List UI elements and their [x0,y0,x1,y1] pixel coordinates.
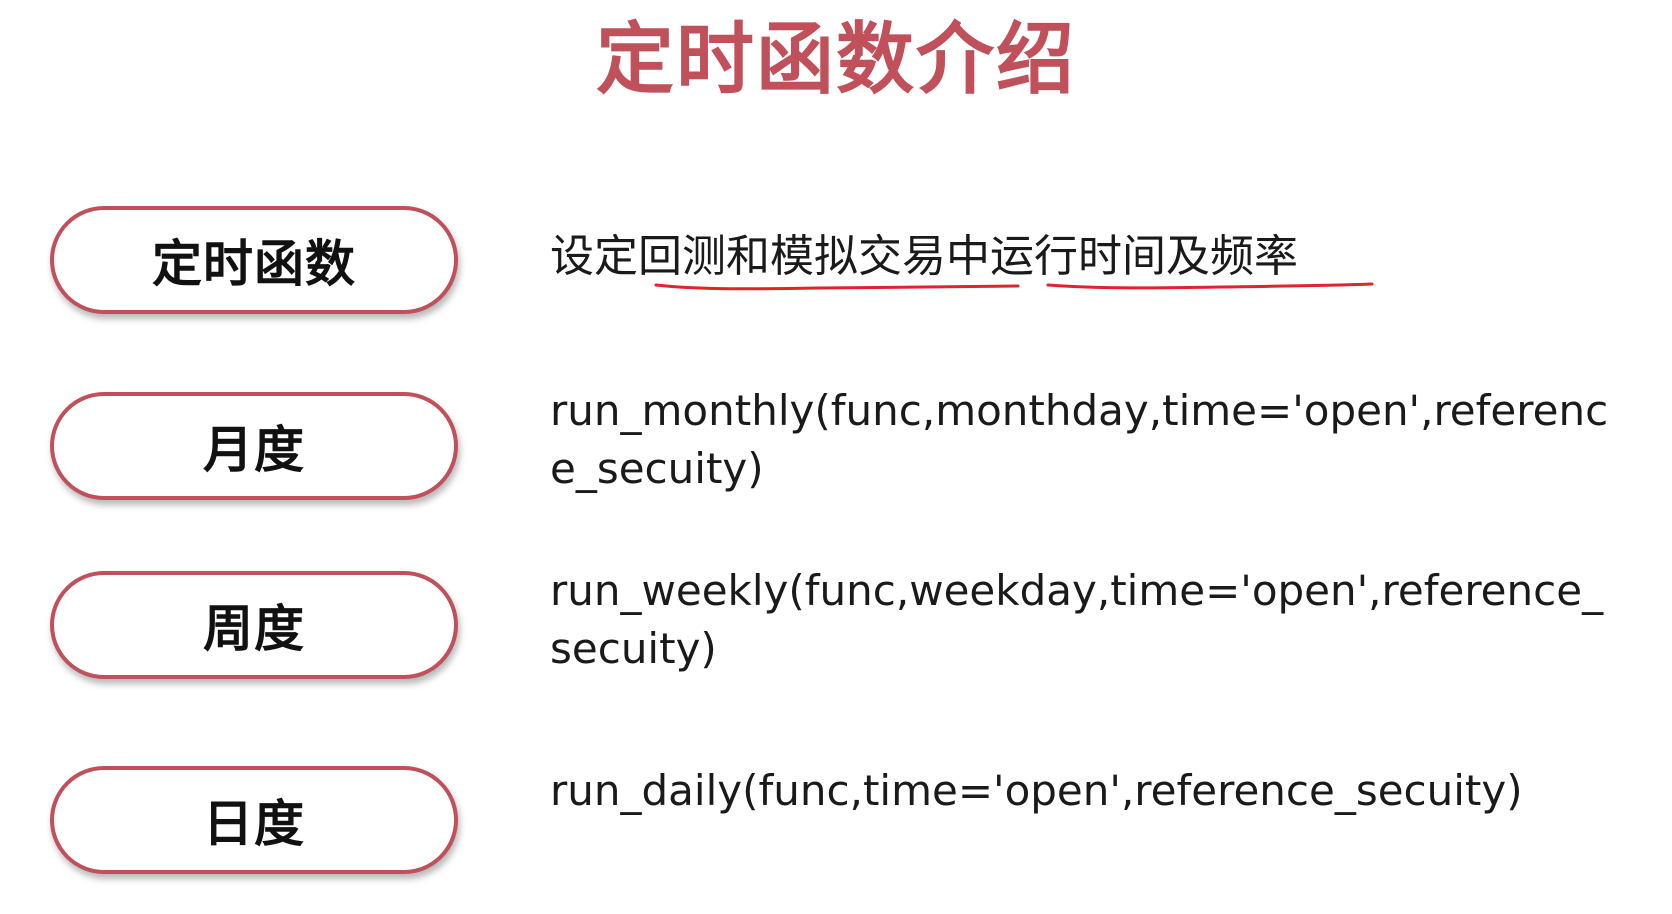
description-weekly: run_weekly(func,weekday,time='open',refe… [550,566,1604,673]
label-text: 月度 [203,421,305,479]
description-daily: run_daily(func,time='open',reference_sec… [550,766,1523,815]
label-pill-monthly: 月度 [50,392,458,500]
label-pill-weekly: 周度 [50,571,458,679]
description-timer-function: 设定回测和模拟交易中运行时间及频率 [550,231,1298,282]
slide-title: 定时函数介绍 [595,15,1076,105]
label-text: 定时函数 [152,235,356,293]
label-text: 日度 [203,795,305,853]
label-pill-daily: 日度 [50,766,458,874]
label-pill-timer-function: 定时函数 [50,206,458,314]
description-monthly: run_monthly(func,monthday,time='open',re… [550,386,1609,493]
label-text: 周度 [203,600,305,658]
